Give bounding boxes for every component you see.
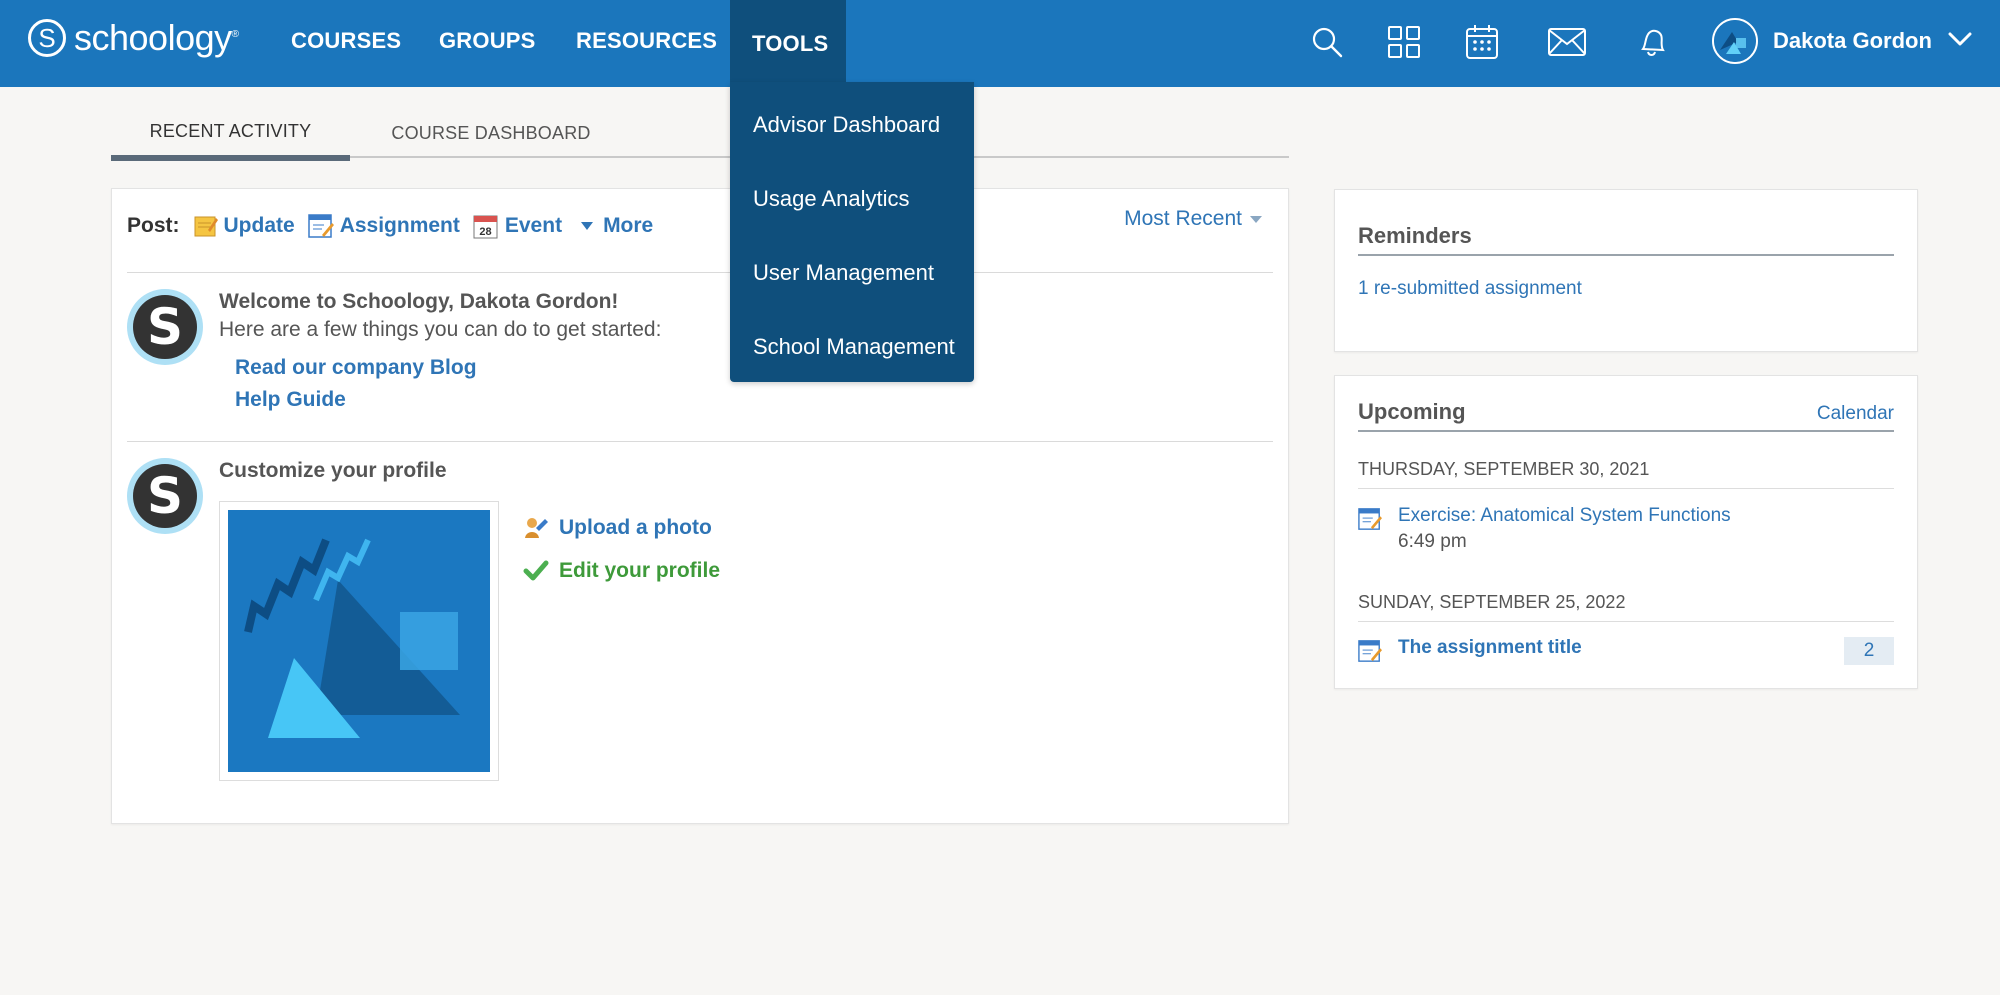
divider: [127, 272, 1273, 273]
welcome-title: Welcome to Schoology, Dakota Gordon!: [219, 290, 619, 313]
chevron-down-icon[interactable]: [1948, 31, 1972, 52]
nav-courses[interactable]: COURSES: [269, 0, 423, 82]
schoology-logo[interactable]: S schoology®: [28, 17, 239, 58]
sort-label: Most Recent: [1124, 207, 1242, 230]
home-tabs: RECENT ACTIVITY COURSE DASHBOARD: [111, 108, 1289, 161]
post-more-button[interactable]: More: [581, 214, 653, 238]
menu-advisor-dashboard[interactable]: Advisor Dashboard: [753, 105, 940, 145]
tab-course-dashboard[interactable]: COURSE DASHBOARD: [371, 108, 611, 158]
post-bar: Post: Update Assignment 28 Event More: [127, 209, 666, 243]
help-guide-link[interactable]: Help Guide: [235, 388, 661, 412]
activity-feed-card: Post: Update Assignment 28 Event More Mo…: [111, 188, 1289, 824]
edit-profile-link[interactable]: Edit your profile: [523, 559, 720, 583]
reminders-title: Reminders: [1358, 223, 1472, 248]
top-navigation-bar: S schoology® COURSES GROUPS RESOURCES TO…: [0, 0, 2000, 87]
upcoming-header: Upcoming Calendar: [1358, 398, 1894, 432]
customize-profile-title: Customize your profile: [219, 459, 447, 482]
event-label: Event: [504, 214, 563, 237]
company-blog-link[interactable]: Read our company Blog: [235, 356, 661, 380]
caret-down-icon: [1250, 215, 1262, 223]
date-heading: SUNDAY, SEPTEMBER 25, 2022: [1358, 592, 1894, 622]
assignment-icon: [1358, 507, 1382, 531]
edit-profile-label: Edit your profile: [559, 559, 721, 582]
sort-dropdown[interactable]: Most Recent: [1124, 207, 1262, 231]
post-assignment-button[interactable]: Assignment: [307, 213, 460, 239]
post-event-button[interactable]: 28 Event: [473, 213, 562, 239]
menu-user-management[interactable]: User Management: [753, 253, 934, 293]
count-badge: 2: [1844, 637, 1894, 665]
upload-photo-link[interactable]: Upload a photo: [523, 516, 712, 540]
checkmark-icon: [523, 560, 549, 582]
upcoming-assignment-link[interactable]: Exercise: Anatomical System Functions: [1398, 505, 1731, 527]
user-avatar: [1712, 18, 1758, 64]
event-calendar-icon: 28: [473, 213, 499, 239]
upcoming-item: The assignment title 2: [1358, 637, 1894, 665]
upload-photo-icon: [523, 516, 549, 540]
upload-photo-label: Upload a photo: [559, 516, 712, 539]
profile-image-placeholder[interactable]: [219, 501, 499, 781]
bell-icon[interactable]: [1632, 22, 1672, 62]
welcome-subtitle: Here are a few things you can do to get …: [219, 318, 662, 341]
upcoming-assignment-link[interactable]: The assignment title: [1398, 637, 1582, 659]
update-label: Update: [223, 214, 295, 237]
resubmitted-assignment-link[interactable]: 1 re-submitted assignment: [1358, 278, 1582, 300]
menu-usage-analytics[interactable]: Usage Analytics: [753, 179, 910, 219]
user-menu[interactable]: Dakota Gordon: [1712, 18, 1972, 64]
mail-icon[interactable]: [1547, 22, 1587, 62]
default-profile-image: [228, 510, 490, 772]
upcoming-card: Upcoming Calendar THURSDAY, SEPTEMBER 30…: [1334, 375, 1918, 689]
post-label: Post:: [127, 214, 180, 237]
nav-resources[interactable]: RESOURCES: [554, 0, 739, 82]
reminders-card: Reminders 1 re-submitted assignment: [1334, 189, 1918, 352]
due-time: 6:49 pm: [1398, 531, 1467, 552]
caret-down-icon: [581, 222, 594, 230]
nav-tools[interactable]: TOOLS: [730, 0, 846, 87]
upcoming-item: Exercise: Anatomical System Functions 6:…: [1358, 505, 1894, 553]
calendar-icon[interactable]: [1462, 22, 1502, 62]
search-icon[interactable]: [1307, 22, 1347, 62]
schoology-avatar: S: [127, 289, 203, 365]
schoology-avatar: S: [127, 458, 203, 534]
assignment-icon: [307, 213, 334, 239]
reminders-header: Reminders: [1358, 222, 1894, 256]
upcoming-title: Upcoming: [1358, 399, 1466, 424]
welcome-post: Welcome to Schoology, Dakota Gordon! Her…: [219, 290, 661, 412]
menu-school-management[interactable]: School Management: [753, 327, 955, 367]
tools-dropdown-menu: Advisor Dashboard Usage Analytics User M…: [730, 82, 974, 382]
date-heading: THURSDAY, SEPTEMBER 30, 2021: [1358, 459, 1894, 489]
more-label: More: [603, 214, 654, 237]
assignment-icon: [1358, 639, 1382, 663]
post-update-button[interactable]: Update: [194, 214, 295, 238]
nav-groups[interactable]: GROUPS: [417, 0, 558, 82]
update-note-icon: [194, 214, 218, 238]
calendar-link[interactable]: Calendar: [1817, 403, 1894, 425]
tab-recent-activity[interactable]: RECENT ACTIVITY: [111, 108, 350, 161]
apps-grid-icon[interactable]: [1384, 22, 1424, 62]
divider: [127, 441, 1273, 442]
logo-text: schoology®: [74, 17, 239, 58]
user-name: Dakota Gordon: [1773, 28, 1932, 53]
assignment-label: Assignment: [339, 214, 460, 237]
logo-mark: S: [28, 19, 66, 57]
event-day-number: 28: [479, 226, 491, 238]
